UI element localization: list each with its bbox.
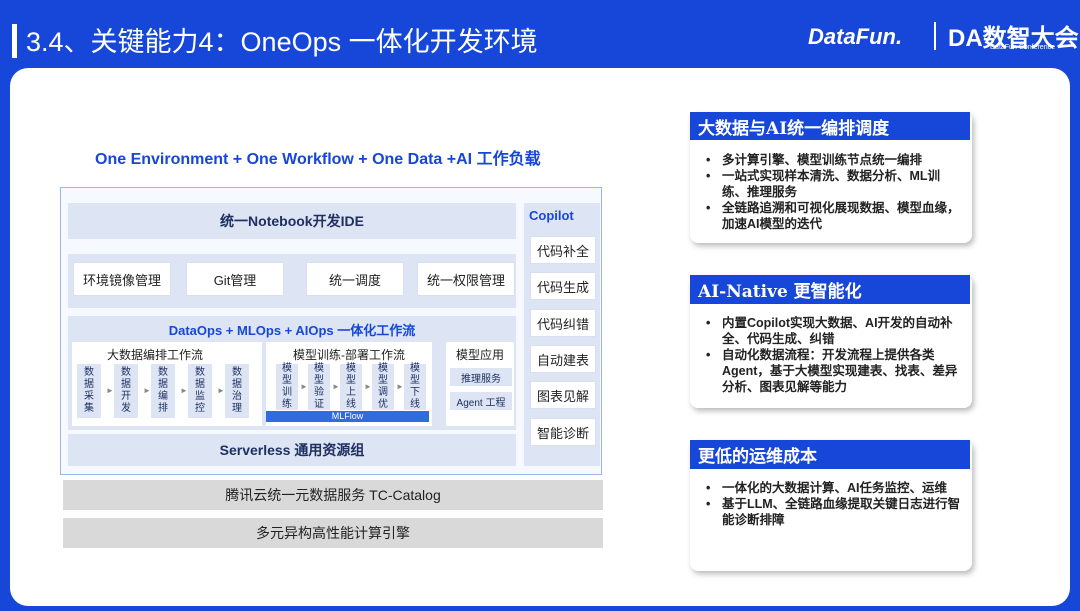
copilot-code-correction: 代码纠错 [530,309,596,337]
serverless-resource-group: Serverless 通用资源组 [68,434,516,466]
model-workflow-title: 模型训练-部署工作流 [293,348,405,362]
card-bullet: 一体化的大数据计算、AI任务监控、运维 [704,480,962,496]
header-bar: 3.4、关键能力4：OneOps 一体化开发环境 DataFun. DA数智大会… [0,0,1080,68]
app-agent-engineering: Agent 工程 [450,392,512,410]
card-bullet: 自动化数据流程：开发流程上提供各类 Agent，基于大模型实现建表、找表、差异分… [704,347,962,395]
arrow-right-icon: ► [364,382,372,391]
card-bullet: 全链路追溯和可视化展现数据、模型血缘，加速AI模型的迭代 [704,200,962,232]
copilot-title: Copilot [529,208,574,223]
copilot-smart-diagnosis: 智能诊断 [530,418,596,446]
card-title-unified-scheduling: 大数据与AI统一编排调度 [690,112,970,140]
bigdata-workflow-title: 大数据编排工作流 [106,348,203,362]
model-step-train: 模型训练 [276,363,298,410]
model-step-validate: 模型验证 [308,363,330,410]
mlflow-bar: MLFlow [266,411,429,422]
arrow-right-icon: ► [143,386,151,395]
notebook-ide-box: 统一Notebook开发IDE [68,203,516,239]
tool-env-image: 环境镜像管理 [73,262,171,296]
card-title-lower-ops-cost: 更低的运维成本 [690,440,970,469]
tool-scheduler: 统一调度 [306,262,404,296]
app-inference-service: 推理服务 [450,368,512,386]
logo-divider [934,22,936,50]
bigdata-step-orchestrate: 数据编排 [151,364,175,418]
arrow-right-icon: ► [396,382,404,391]
arrow-right-icon: ► [300,382,308,391]
model-step-deploy: 模型上线 [340,363,362,410]
compute-engine-bar: 多元异构高性能计算引擎 [63,518,603,548]
arrow-right-icon: ► [180,386,188,395]
card-bullet: 内置Copilot实现大数据、AI开发的自动补全、代码生成、纠错 [704,315,962,347]
bigdata-step-develop: 数据开发 [114,364,138,418]
arrow-right-icon: ► [332,382,340,391]
model-step-tune: 模型调优 [372,363,394,410]
model-app-title: 模型应用 [455,348,504,362]
bigdata-step-monitor: 数据监控 [188,364,212,418]
arrow-right-icon: ► [106,386,114,395]
datafun-logo: DataFun. [808,24,903,49]
copilot-code-generation: 代码生成 [530,272,596,300]
da-conference-logo-subtitle: DataFun Conference [990,44,1055,51]
model-step-offline: 模型下线 [404,363,426,410]
tc-catalog-bar: 腾讯云统一元数据服务 TC-Catalog [63,480,603,510]
bigdata-step-collect: 数据采集 [77,364,101,418]
tool-permission: 统一权限管理 [417,262,515,296]
card-bullet: 多计算引擎、模型训练节点统一编排 [704,152,962,168]
bigdata-step-govern: 数据治理 [225,364,249,418]
card-bullet: 一站式实现样本清洗、数据分析、ML训练、推理服务 [704,168,962,200]
page-title: 3.4、关键能力4：OneOps 一体化开发环境 [26,27,538,57]
copilot-chart-insight: 图表见解 [530,381,596,409]
title-accent-bar [12,24,17,58]
copilot-auto-table: 自动建表 [530,345,596,373]
arrow-right-icon: ► [217,386,225,395]
diagram-subtitle: One Environment + One Workflow + One Dat… [95,151,541,168]
workflow-title: DataOps + MLOps + AIOps 一体化工作流 [168,323,416,338]
tool-git: Git管理 [186,262,284,296]
copilot-code-completion: 代码补全 [530,236,596,264]
card-title-ai-native: AI-Native 更智能化 [690,275,970,304]
card-bullet: 基于LLM、全链路血缘提取关键日志进行智能诊断排障 [704,496,962,528]
